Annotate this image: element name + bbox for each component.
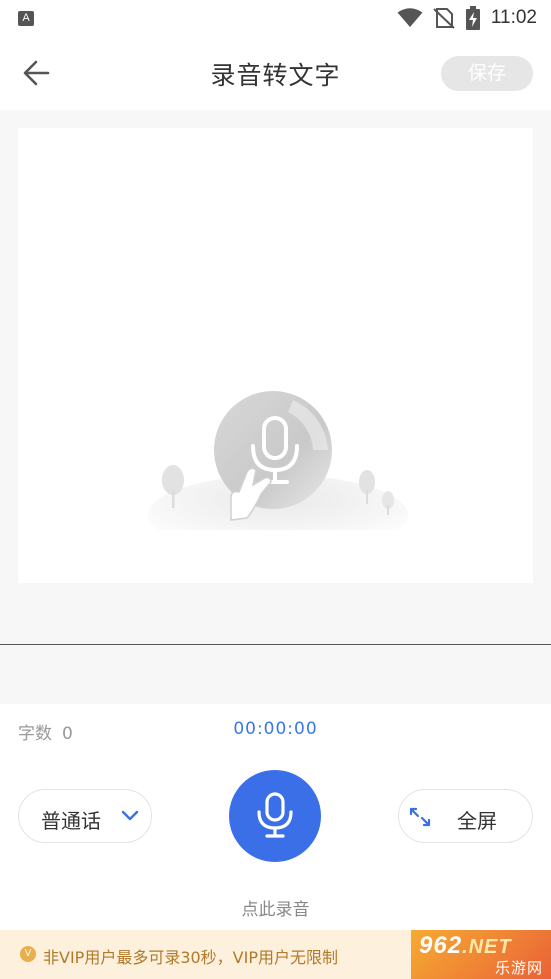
- microphone-tap-illustration: [148, 391, 408, 530]
- language-select[interactable]: 普通话: [18, 789, 152, 843]
- watermark-number: 962: [419, 932, 463, 959]
- recording-timer: 00:00:00: [233, 719, 318, 739]
- no-sim-icon: [433, 8, 455, 29]
- microphone-icon: [257, 792, 293, 838]
- record-button[interactable]: [229, 770, 321, 862]
- status-bar: A 11:02: [0, 0, 551, 36]
- watermark-subtitle: 乐游网: [494, 959, 543, 977]
- fullscreen-button[interactable]: 全屏: [398, 789, 533, 843]
- language-label: 普通话: [41, 809, 101, 833]
- keyboard-indicator-icon: A: [18, 11, 34, 26]
- record-hint: 点此录音: [241, 900, 310, 920]
- watermark-logo: 962.NET: [419, 932, 512, 960]
- wifi-icon: [397, 8, 423, 27]
- status-icons: 11:02: [397, 6, 537, 30]
- vip-banner-text: 非VIP用户最多可录30秒，VIP用户无限制: [43, 948, 338, 967]
- chevron-down-icon: [121, 810, 139, 821]
- transcript-area[interactable]: [18, 128, 533, 583]
- expand-icon: [409, 807, 431, 827]
- divider: [0, 644, 551, 645]
- save-button[interactable]: 保存: [441, 56, 533, 91]
- status-time: 11:02: [490, 7, 537, 28]
- vip-badge-icon: V: [20, 946, 36, 962]
- fullscreen-label: 全屏: [457, 809, 497, 833]
- watermark-suffix: .NET: [462, 936, 512, 958]
- battery-charging-icon: [465, 6, 480, 30]
- site-watermark: 962.NET 乐游网: [411, 930, 551, 979]
- app-bar: 录音转文字 保存: [0, 36, 551, 110]
